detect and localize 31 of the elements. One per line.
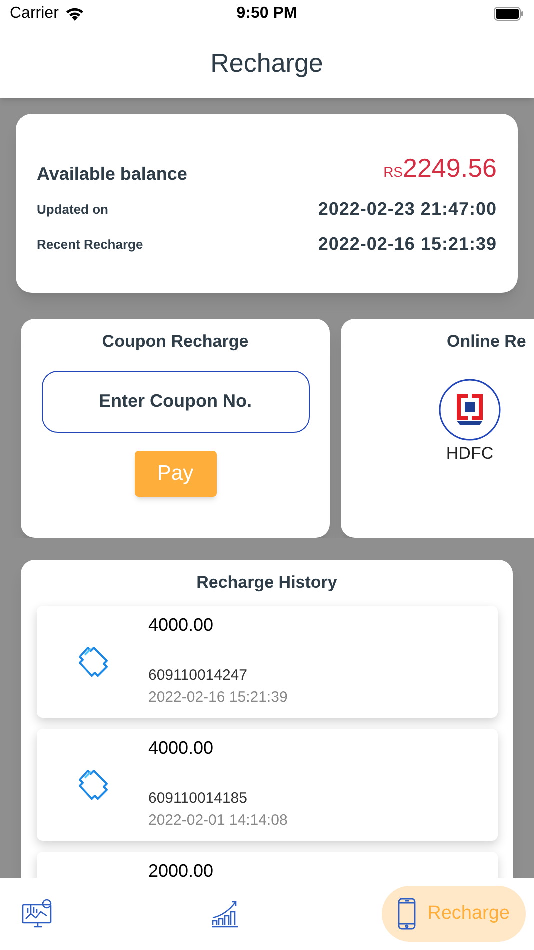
currency-text: RS [384, 163, 404, 182]
dashboard-monitor-icon [22, 899, 54, 929]
history-item[interactable]: 2000.00 [36, 852, 498, 878]
info-value: 2022-02-23 21:47:00 [318, 198, 497, 221]
page-title: Recharge [210, 46, 324, 80]
date-text: 2022-02-16 15:21:39 [148, 688, 288, 708]
battery-icon [494, 7, 524, 21]
amount-text: 4000.00 [148, 736, 215, 760]
card-title: Online Re [447, 331, 528, 353]
clock-text: 9:50 PM [236, 4, 298, 24]
coupon-number: 609110014247 [148, 666, 248, 686]
info-value: 2022-02-16 15:21:39 [318, 233, 497, 256]
phone-icon [398, 898, 416, 930]
growth-chart-icon [210, 899, 240, 929]
carrier-text: Carrier [10, 4, 59, 24]
history-item[interactable]: 4000.00 609110014247 2022-02-16 15:21:39 [36, 606, 498, 718]
date-text: 2022-02-01 14:14:08 [148, 811, 288, 831]
info-label: Recent Recharge [37, 236, 144, 254]
balance-label: Available balance [37, 163, 188, 186]
card-title: Recharge History [196, 572, 338, 594]
card-title: Coupon Recharge [102, 331, 249, 353]
bank-option[interactable]: HDFC [439, 378, 501, 466]
wifi-icon [64, 7, 85, 21]
info-label: Updated on [37, 200, 108, 219]
bank-logo-icon [439, 378, 501, 440]
amount-text: 4000.00 [148, 614, 215, 636]
history-item[interactable]: 4000.00 609110014185 2022-02-01 14:14:08 [36, 728, 498, 840]
coupon-number: 609110014185 [148, 788, 248, 808]
coupon-input-field[interactable]: Enter Coupon No. [42, 370, 310, 432]
amount-text: 2000.00 [148, 860, 214, 878]
balance-amount: 2249.56 [403, 152, 497, 185]
